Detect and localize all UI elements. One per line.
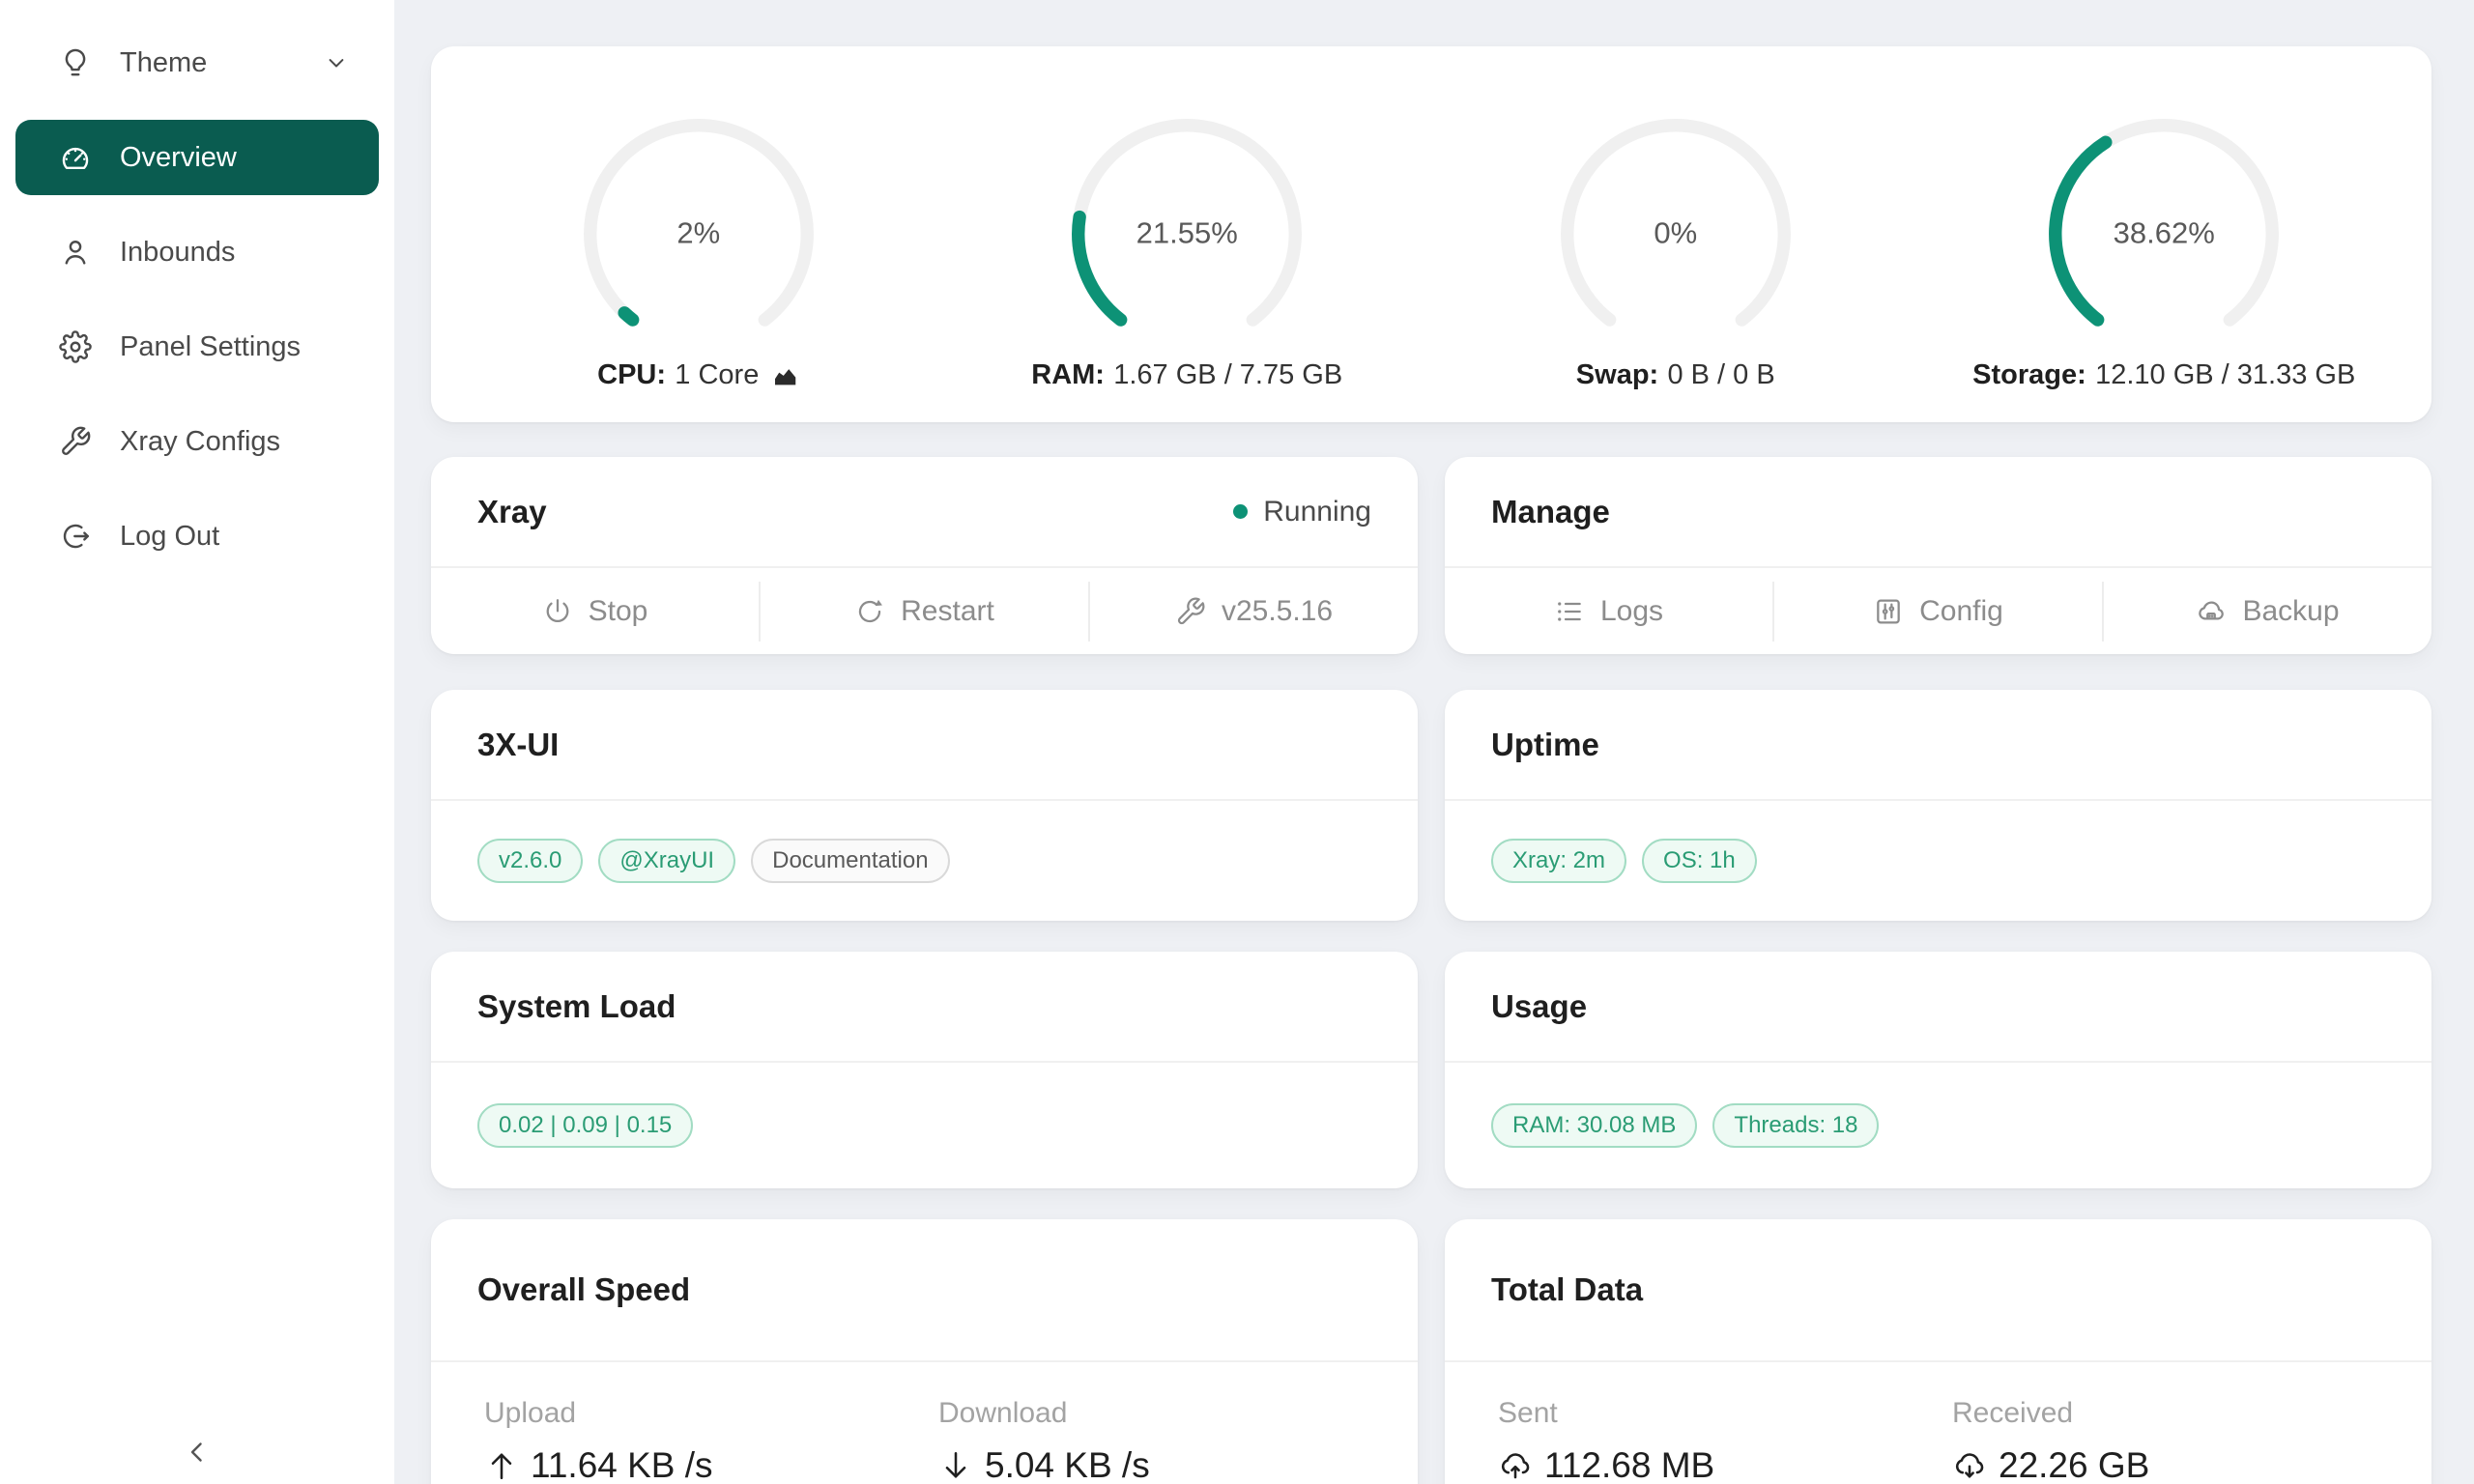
reload-icon [854,596,885,627]
sidebar-item-label: Overview [120,142,237,174]
xray-version-button[interactable]: v25.5.16 [1090,595,1418,628]
ram-gauge-label: RAM: 1.67 GB / 7.75 GB [1031,359,1342,391]
chevron-left-icon [181,1436,214,1469]
sidebar-item-label: Xray Configs [120,426,280,458]
documentation-tag[interactable]: Documentation [751,839,949,883]
total-data-title: Total Data [1491,1271,1643,1308]
main-content: 2% CPU: 1 Core 21.55% RAM: 1.67 GB / 7. [394,0,2474,1484]
wrench-icon [58,424,93,459]
system-load-title: System Load [477,988,676,1025]
ram-gauge-value: 21.55% [1069,215,1305,250]
logout-icon [58,519,93,554]
load-average-tag: 0.02 | 0.09 | 0.15 [477,1103,693,1148]
sidebar: Theme Overview Inbounds Panel Settings [0,0,394,1484]
power-icon [542,596,573,627]
upload-metric: Upload 11.64 KB /s [484,1397,938,1484]
storage-gauge-label: Storage: 12.10 GB / 31.33 GB [1972,359,2355,391]
ram-gauge: 21.55% RAM: 1.67 GB / 7.75 GB [943,116,1432,422]
system-stats-card: 2% CPU: 1 Core 21.55% RAM: 1.67 GB / 7. [431,46,2431,422]
system-load-card: System Load 0.02 | 0.09 | 0.15 [431,952,1418,1188]
restart-button[interactable]: Restart [761,595,1088,628]
arrow-up-icon [484,1448,519,1483]
sidebar-item-theme[interactable]: Theme [15,25,379,100]
status-dot [1233,504,1248,519]
chevron-down-icon [323,49,350,76]
sidebar-item-log-out[interactable]: Log Out [15,499,379,574]
swap-gauge-value: 0% [1558,215,1794,250]
logs-button[interactable]: Logs [1445,595,1772,628]
stop-button[interactable]: Stop [431,595,759,628]
cpu-gauge-value: 2% [581,215,817,250]
version-tag[interactable]: v2.6.0 [477,839,583,883]
status-text: Running [1263,496,1371,528]
dashboard-icon [58,140,93,175]
user-icon [58,235,93,270]
arrow-down-icon [938,1448,973,1483]
sidebar-collapse-button[interactable] [181,1436,214,1469]
xray-uptime-tag: Xray: 2m [1491,839,1626,883]
cpu-gauge: 2% CPU: 1 Core [454,116,943,422]
threads-tag: Threads: 18 [1712,1103,1879,1148]
cloud-upload-icon [1498,1448,1533,1483]
storage-gauge-value: 38.62% [2046,215,2282,250]
storage-gauge: 38.62% Storage: 12.10 GB / 31.33 GB [1920,116,2409,422]
sliders-icon [1873,596,1904,627]
config-button[interactable]: Config [1774,595,2102,628]
sidebar-item-xray-configs[interactable]: Xray Configs [15,404,379,479]
sidebar-nav: Theme Overview Inbounds Panel Settings [15,25,379,574]
total-data-card: Total Data Sent 112.68 MB Received [1445,1219,2431,1484]
download-metric: Download 5.04 KB /s [938,1397,1371,1484]
ram-usage-tag: RAM: 30.08 MB [1491,1103,1697,1148]
xray-status: Running [1233,496,1371,528]
backup-button[interactable]: Backup [2104,595,2431,628]
list-icon [1554,596,1585,627]
xray-card-title: Xray [477,494,547,530]
manage-card-title: Manage [1491,494,1610,530]
uptime-card-title: Uptime [1491,727,1599,763]
overall-speed-card: Overall Speed Upload 11.64 KB /s Downloa… [431,1219,1418,1484]
xui-card-title: 3X-UI [477,727,559,763]
area-chart-icon[interactable] [770,361,799,390]
xrayui-tag[interactable]: @XrayUI [598,839,735,883]
sidebar-item-label: Inbounds [120,237,235,269]
swap-gauge: 0% Swap: 0 B / 0 B [1431,116,1920,422]
sidebar-item-label: Panel Settings [120,331,301,363]
os-uptime-tag: OS: 1h [1642,839,1757,883]
sidebar-item-panel-settings[interactable]: Panel Settings [15,309,379,385]
bulb-icon [58,45,93,80]
usage-card: Usage RAM: 30.08 MB Threads: 18 [1445,952,2431,1188]
manage-card: Manage Logs Config [1445,457,2431,654]
swap-gauge-label: Swap: 0 B / 0 B [1576,359,1775,391]
xui-card: 3X-UI v2.6.0 @XrayUI Documentation [431,690,1418,921]
uptime-card: Uptime Xray: 2m OS: 1h [1445,690,2431,921]
sidebar-item-label: Log Out [120,521,219,553]
received-metric: Received 22.26 GB [1952,1397,2385,1484]
sent-metric: Sent 112.68 MB [1498,1397,1952,1484]
overall-speed-title: Overall Speed [477,1271,690,1308]
sidebar-item-label: Theme [120,47,207,79]
cloud-server-icon [2196,596,2227,627]
gear-icon [58,329,93,364]
sidebar-item-overview[interactable]: Overview [15,120,379,195]
wrench-icon [1175,596,1206,627]
sidebar-item-inbounds[interactable]: Inbounds [15,214,379,290]
cloud-download-icon [1952,1448,1987,1483]
cpu-gauge-label: CPU: 1 Core [597,359,799,391]
xray-card: Xray Running Stop Res [431,457,1418,654]
usage-card-title: Usage [1491,988,1587,1025]
